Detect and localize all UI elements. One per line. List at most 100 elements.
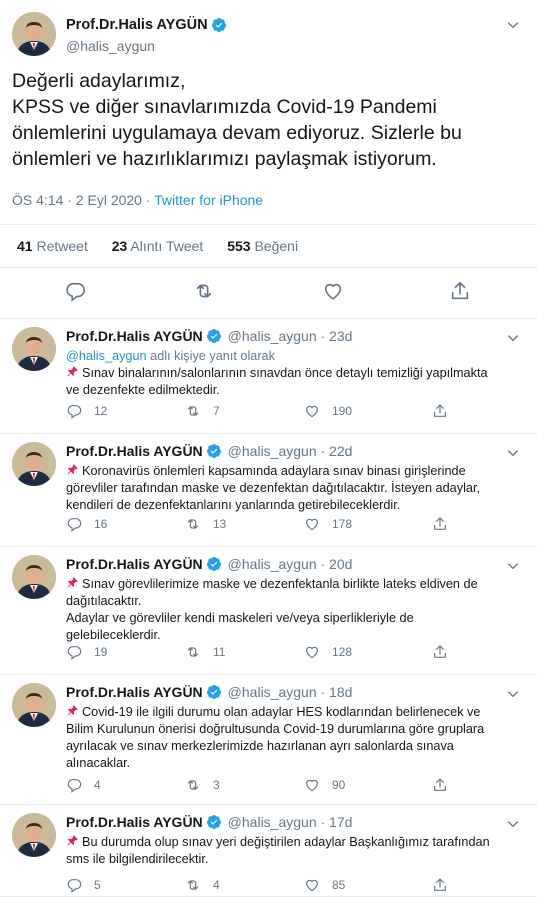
retweet-icon <box>185 403 213 419</box>
retweet-icon[interactable] <box>193 280 215 302</box>
retweet-button[interactable]: 3 <box>185 777 220 793</box>
retweet-button[interactable]: 13 <box>185 516 226 532</box>
avatar[interactable] <box>12 813 56 857</box>
reply-tweet[interactable]: Prof.Dr.Halis AYGÜN @halis_aygun · 18d C… <box>0 675 537 805</box>
reply-count: 16 <box>94 517 108 531</box>
author-name[interactable]: Prof.Dr.Halis AYGÜN <box>66 684 203 700</box>
author-handle-time[interactable]: @halis_aygun · 22d <box>228 443 353 459</box>
reply-button[interactable]: 4 <box>66 777 101 793</box>
share-icon <box>432 777 460 793</box>
reply-icon <box>66 777 94 793</box>
reply-actions: 19 11 128 <box>66 644 486 664</box>
tweet-meta: ÖS 4:14 · 2 Eyl 2020 · Twitter for iPhon… <box>12 192 263 208</box>
retweet-count: 13 <box>213 517 227 531</box>
reply-tweet[interactable]: Prof.Dr.Halis AYGÜN @halis_aygun · 17d B… <box>0 805 537 897</box>
reply-count: 19 <box>94 645 108 659</box>
like-icon <box>304 877 332 893</box>
avatar[interactable] <box>12 327 56 371</box>
reply-count: 12 <box>94 404 108 418</box>
tweet-text-line: Koronavirüs önlemleri kapsamında adaylar… <box>66 463 526 480</box>
tweet-text-line: önlemlerini uygulamaya devam ediyoruz. S… <box>12 122 462 144</box>
retweet-count-link[interactable]: 41 Retweet <box>17 238 88 254</box>
like-count: 190 <box>332 404 353 418</box>
tweet-source[interactable]: Twitter for iPhone <box>154 192 263 208</box>
tweet-text-line: gelebileceklerdir. <box>66 627 526 644</box>
chevron-down-icon[interactable] <box>506 331 520 345</box>
reply-header: Prof.Dr.Halis AYGÜN @halis_aygun · 18d <box>66 684 352 700</box>
author-name[interactable]: Prof.Dr.Halis AYGÜN <box>66 556 203 572</box>
reply-body: @halis_aygun adlı kişiye yanıt olarak Sın… <box>66 348 526 399</box>
like-button[interactable]: 190 <box>304 403 352 419</box>
tweet-text: Sınav binalarının/salonlarının sınavdan … <box>82 366 488 380</box>
like-button[interactable]: 178 <box>304 516 352 532</box>
reply-actions: 16 13 178 <box>66 516 486 536</box>
retweet-button[interactable]: 11 <box>185 644 225 660</box>
tweet-text: Adaylar ve görevliler kendi maskeleri ve… <box>66 611 414 625</box>
reply-button[interactable]: 5 <box>66 877 101 893</box>
author-handle[interactable]: @halis_aygun <box>66 38 155 54</box>
chevron-down-icon[interactable] <box>506 18 520 32</box>
avatar[interactable] <box>12 555 56 599</box>
author-handle-time[interactable]: @halis_aygun · 23d <box>228 328 353 344</box>
mention-link[interactable]: @halis_aygun <box>66 349 147 363</box>
reply-button[interactable]: 16 <box>66 516 107 532</box>
author-name[interactable]: Prof.Dr.Halis AYGÜN <box>66 17 208 33</box>
share-icon[interactable] <box>449 280 471 302</box>
retweet-count: 11 <box>213 645 226 659</box>
reply-actions: 12 7 190 <box>66 403 486 423</box>
like-icon[interactable] <box>322 280 344 302</box>
share-button[interactable] <box>432 644 460 660</box>
share-button[interactable] <box>432 516 460 532</box>
reply-count: 5 <box>94 878 101 892</box>
tweet-text-line: ve dezenfekte edilmektedir. <box>66 382 526 399</box>
retweet-button[interactable]: 4 <box>185 877 220 893</box>
share-button[interactable] <box>432 877 460 893</box>
chevron-down-icon[interactable] <box>506 687 520 701</box>
reply-button[interactable]: 19 <box>66 644 107 660</box>
reply-tweet[interactable]: Prof.Dr.Halis AYGÜN @halis_aygun · 22d K… <box>0 434 537 547</box>
quote-count-link[interactable]: 23 Alıntı Tweet <box>112 238 204 254</box>
like-button[interactable]: 128 <box>304 644 352 660</box>
tweet-text: kendileri de dezenfektanlarını yanlarınd… <box>66 498 401 512</box>
verified-badge-icon <box>206 443 222 459</box>
verified-badge-icon <box>206 684 222 700</box>
chevron-down-icon[interactable] <box>506 446 520 460</box>
timestamp[interactable]: ÖS 4:14 · 2 Eyl 2020 · <box>12 192 154 208</box>
author-name[interactable]: Prof.Dr.Halis AYGÜN <box>66 328 203 344</box>
chevron-down-icon[interactable] <box>506 817 520 831</box>
author-name[interactable]: Prof.Dr.Halis AYGÜN <box>66 814 203 830</box>
author-name[interactable]: Prof.Dr.Halis AYGÜN <box>66 443 203 459</box>
like-button[interactable]: 90 <box>304 777 345 793</box>
avatar[interactable] <box>12 12 56 56</box>
verified-badge-icon <box>206 556 222 572</box>
reply-body: Bu durumda olup sınav yeri değiştirilen … <box>66 834 526 868</box>
like-icon <box>304 644 332 660</box>
reply-header: Prof.Dr.Halis AYGÜN @halis_aygun · 20d <box>66 556 352 572</box>
retweet-count: 41 <box>17 238 33 254</box>
author-name-line[interactable]: Prof.Dr.Halis AYGÜN <box>66 17 227 33</box>
avatar[interactable] <box>12 683 56 727</box>
tweet-text: sms ile bilgilendirilecektir. <box>66 852 209 866</box>
tweet-stats: 41 Retweet 23 Alıntı Tweet 553 Beğeni <box>0 224 537 268</box>
reply-icon <box>66 403 94 419</box>
author-handle-time[interactable]: @halis_aygun · 17d <box>228 814 353 830</box>
author-handle-time[interactable]: @halis_aygun · 18d <box>228 684 353 700</box>
reply-tweet[interactable]: Prof.Dr.Halis AYGÜN @halis_aygun · 23d @… <box>0 319 537 434</box>
share-button[interactable] <box>432 403 460 419</box>
author-handle-time[interactable]: @halis_aygun · 20d <box>228 556 353 572</box>
chevron-down-icon[interactable] <box>506 559 520 573</box>
tweet-text: Sınav görevlilerimize maske ve dezenfekt… <box>82 577 478 591</box>
share-icon <box>432 877 460 893</box>
avatar[interactable] <box>12 442 56 486</box>
reply-header: Prof.Dr.Halis AYGÜN @halis_aygun · 22d <box>66 443 352 459</box>
reply-icon[interactable] <box>64 280 86 302</box>
tweet-text-line: önlemleri ve hazırlıklarımızı paylaşmak … <box>12 148 437 170</box>
retweet-button[interactable]: 7 <box>185 403 220 419</box>
reply-button[interactable]: 12 <box>66 403 107 419</box>
like-button[interactable]: 85 <box>304 877 345 893</box>
tweet-text: gelebileceklerdir. <box>66 628 161 642</box>
share-button[interactable] <box>432 777 460 793</box>
tweet-text: Koronavirüs önlemleri kapsamında adaylar… <box>82 464 466 478</box>
like-count-link[interactable]: 553 Beğeni <box>227 238 298 254</box>
reply-tweet[interactable]: Prof.Dr.Halis AYGÜN @halis_aygun · 20d S… <box>0 547 537 675</box>
